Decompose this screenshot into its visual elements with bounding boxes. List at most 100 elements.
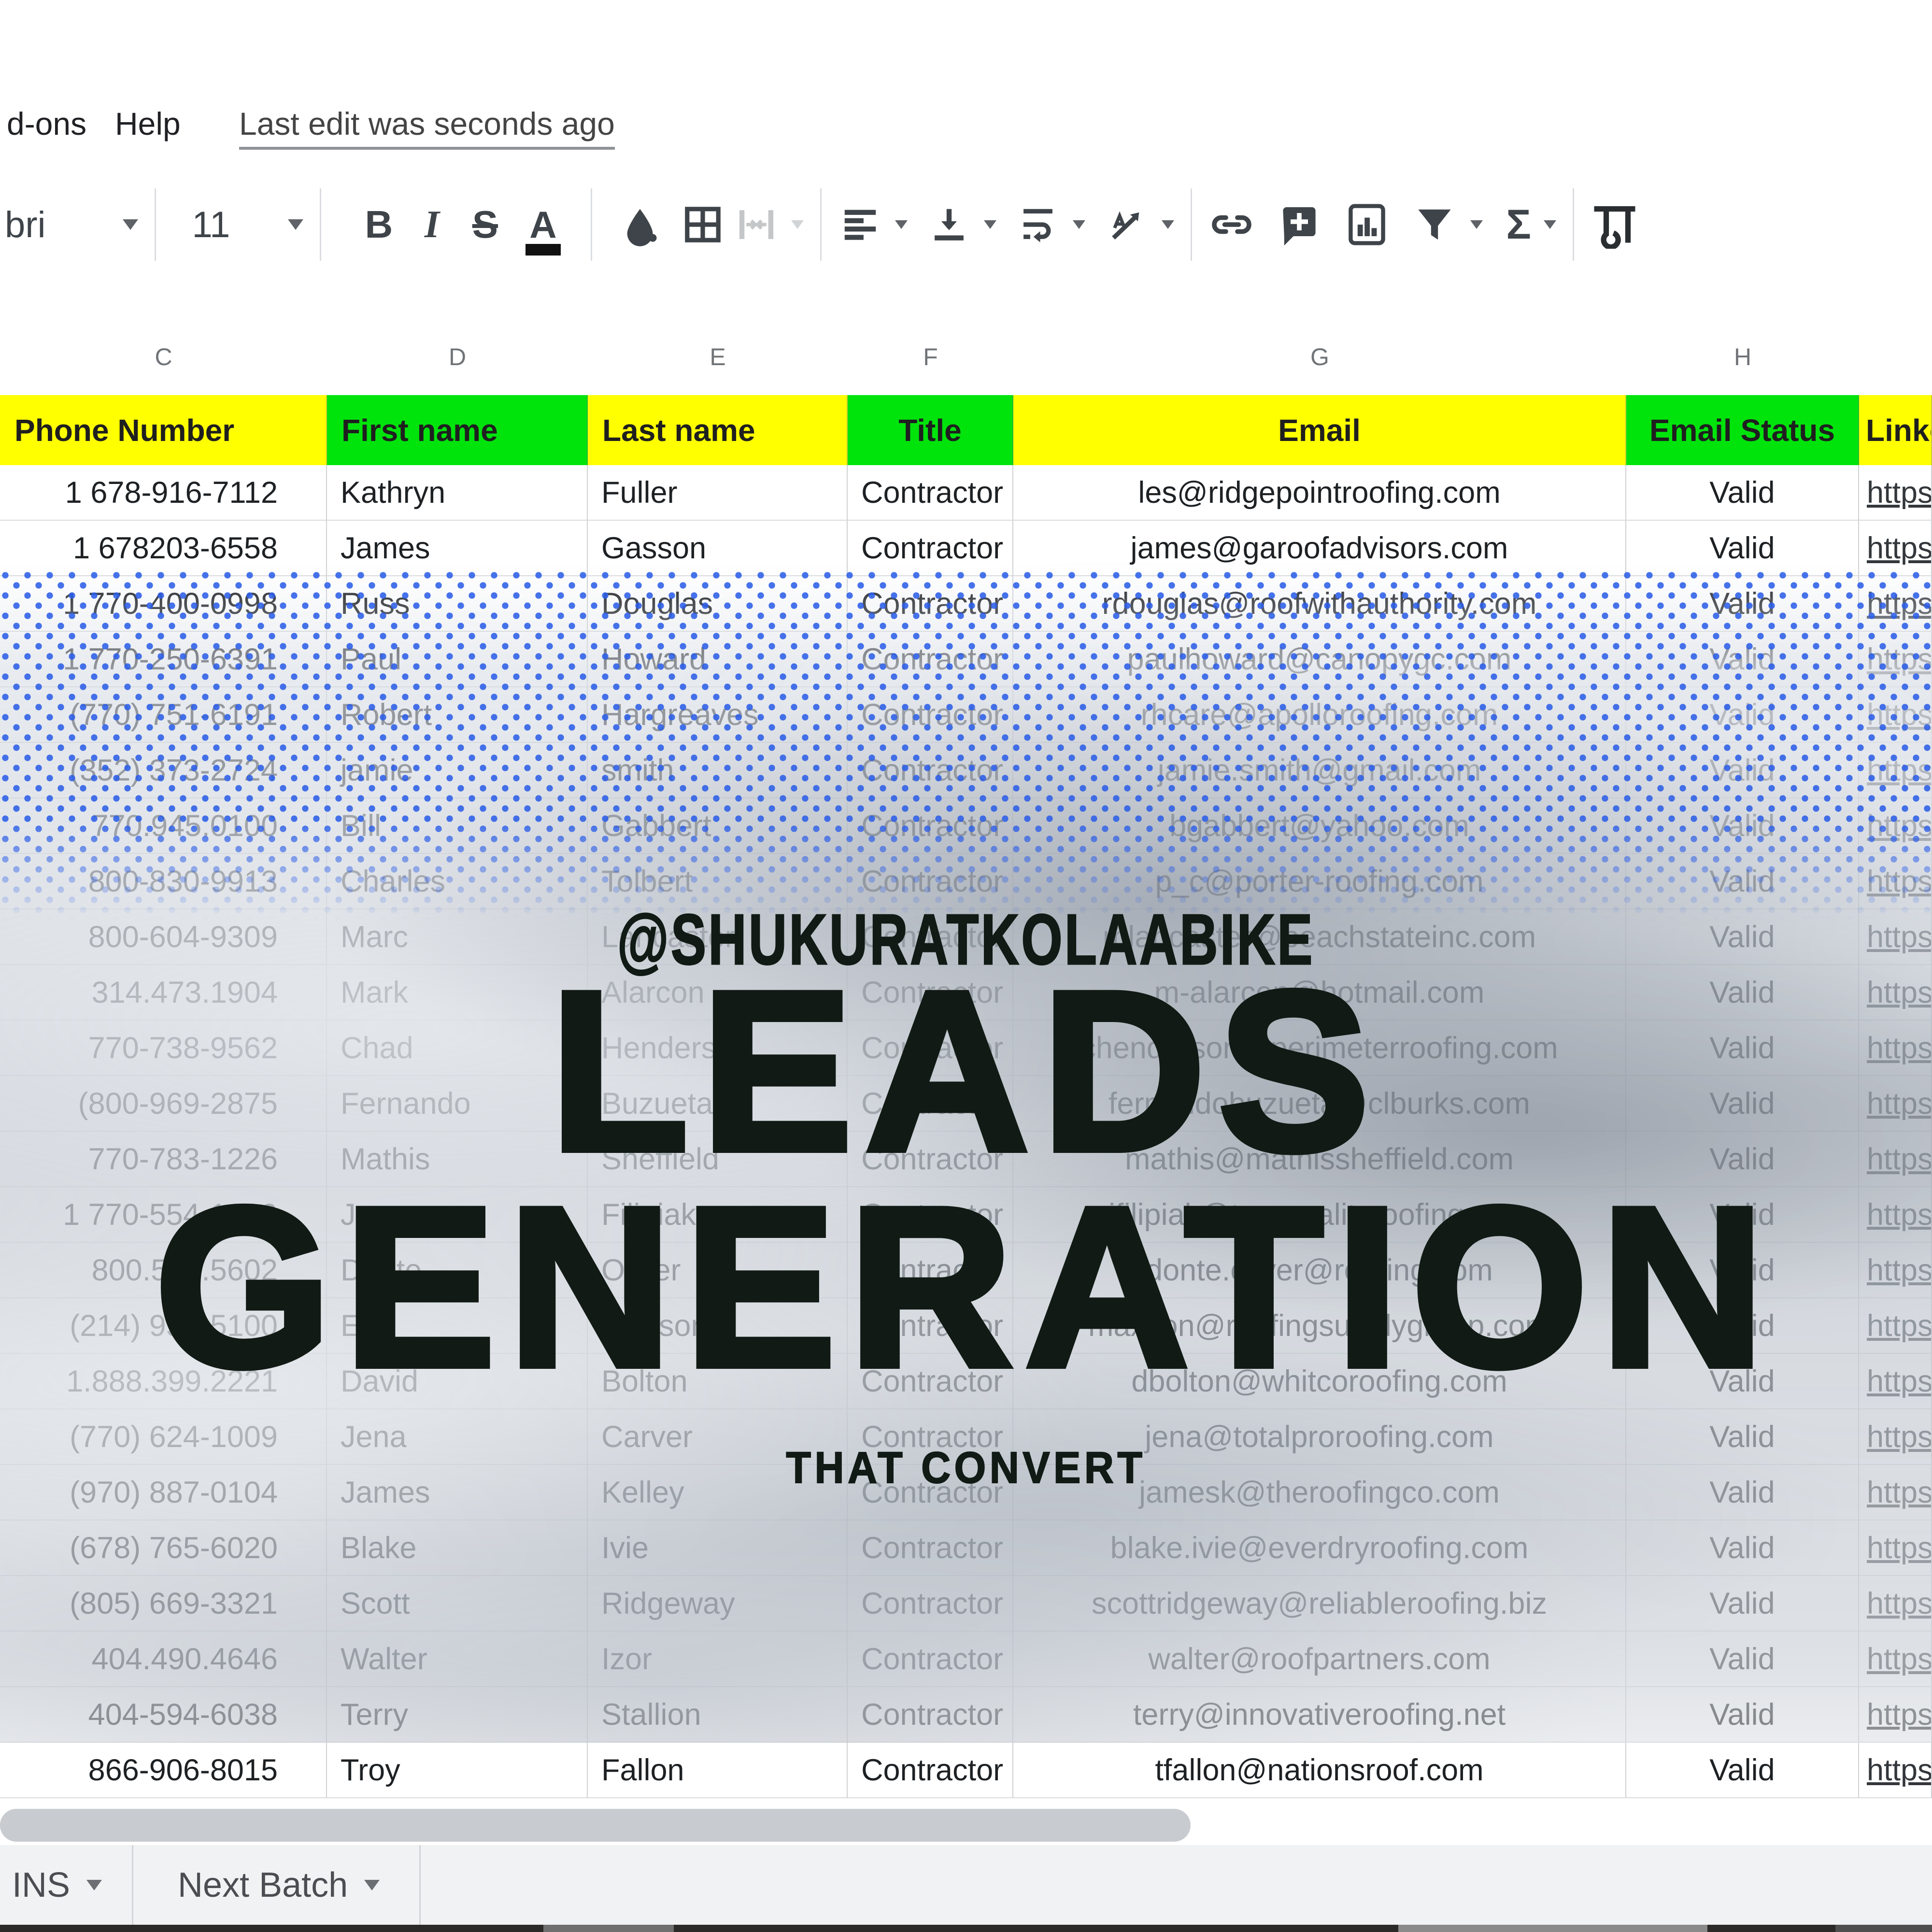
cell-title[interactable]: Contractor: [848, 1298, 1013, 1354]
cell-email-status[interactable]: Valid: [1626, 1132, 1859, 1187]
cell-last-name[interactable]: Sheffield: [588, 1132, 848, 1187]
cell-first-name[interactable]: Kathryn: [327, 465, 588, 521]
cell-last-name[interactable]: Gabbert: [588, 798, 848, 854]
cell-email[interactable]: bgabbert@yahoo.com: [1013, 798, 1626, 854]
cell-link[interactable]: https:: [1859, 632, 1932, 687]
cell-email-status[interactable]: Valid: [1626, 576, 1859, 632]
insert-link-button[interactable]: [1208, 201, 1255, 248]
cell-link[interactable]: https:: [1859, 1576, 1932, 1632]
cell-email-status[interactable]: Valid: [1626, 743, 1859, 798]
cell-first-name[interactable]: Marc: [327, 909, 588, 965]
cell-phone[interactable]: 1 770-250-6391: [0, 632, 327, 687]
cell-title[interactable]: Contractor: [848, 1187, 1013, 1243]
input-tools-button[interactable]: [1591, 200, 1639, 249]
cell-phone[interactable]: 1.888.399.2221: [0, 1354, 327, 1409]
cell-title[interactable]: Contractor: [848, 1743, 1013, 1798]
cell-title[interactable]: Contractor: [848, 632, 1013, 687]
cell-link[interactable]: https:: [1859, 743, 1932, 798]
cell-email-status[interactable]: Valid: [1626, 1076, 1859, 1132]
cell-phone[interactable]: (770) 624-1009: [0, 1409, 327, 1465]
cell-email[interactable]: tfallon@nationsroof.com: [1013, 1743, 1626, 1798]
vertical-align-button[interactable]: [927, 202, 996, 247]
cell-link[interactable]: https:: [1859, 521, 1932, 576]
cell-last-name[interactable]: Douglas: [588, 576, 848, 632]
cell-link[interactable]: https:: [1859, 1354, 1932, 1409]
cell-last-name[interactable]: smith: [588, 743, 848, 798]
cell-first-name[interactable]: Troy: [327, 1743, 588, 1798]
cell-title[interactable]: Contractor: [848, 1465, 1013, 1520]
cell-email-status[interactable]: Valid: [1626, 521, 1859, 576]
column-letter-C[interactable]: C: [155, 343, 172, 371]
cell-email[interactable]: dbolton@whitcoroofing.com: [1013, 1354, 1626, 1409]
cell-title[interactable]: Contractor: [848, 1520, 1013, 1576]
functions-button[interactable]: Σ: [1506, 201, 1556, 249]
cell-title[interactable]: Contractor: [848, 1576, 1013, 1632]
cell-link[interactable]: https:: [1859, 1520, 1932, 1576]
horizontal-scrollbar[interactable]: [0, 1809, 1191, 1842]
cell-email[interactable]: m-alarcon@hotmail.com: [1013, 965, 1626, 1021]
cell-link[interactable]: https:: [1859, 1298, 1932, 1354]
sheet-tab-ins[interactable]: INS: [12, 1865, 102, 1905]
cell-phone[interactable]: (770) 751-6191: [0, 687, 327, 743]
cell-phone[interactable]: 1 678203-6558: [0, 521, 327, 576]
cell-title[interactable]: Contractor: [848, 909, 1013, 965]
cell-first-name[interactable]: Jena: [327, 1409, 588, 1465]
cell-email[interactable]: les@ridgepointroofing.com: [1013, 465, 1626, 521]
font-size-selector[interactable]: 11: [192, 204, 303, 246]
cell-title[interactable]: Contractor: [848, 576, 1013, 632]
cell-link[interactable]: https:: [1859, 854, 1932, 909]
cell-phone[interactable]: 404-594-6038: [0, 1687, 327, 1743]
merge-cells-button[interactable]: [734, 202, 804, 247]
cell-first-name[interactable]: Paul: [327, 632, 588, 687]
insert-chart-button[interactable]: [1344, 201, 1390, 248]
strikethrough-button[interactable]: S: [458, 202, 511, 247]
cell-email-status[interactable]: Valid: [1626, 1298, 1859, 1354]
cell-title[interactable]: Contractor: [848, 521, 1013, 576]
fill-color-button[interactable]: [609, 202, 671, 247]
cell-first-name[interactable]: Bill: [327, 798, 588, 854]
cell-title[interactable]: Contractor: [848, 965, 1013, 1021]
cell-last-name[interactable]: Buzueta: [588, 1076, 848, 1132]
cell-last-name[interactable]: Ridgeway: [588, 1576, 848, 1632]
cell-title[interactable]: Contractor: [848, 798, 1013, 854]
cell-phone[interactable]: 1 678-916-7112: [0, 465, 327, 521]
cell-phone[interactable]: 800-830-9913: [0, 854, 327, 909]
cell-phone[interactable]: (805) 669-3321: [0, 1576, 327, 1632]
cell-email[interactable]: james@garoofadvisors.com: [1013, 521, 1626, 576]
cell-email-status[interactable]: Valid: [1626, 1632, 1859, 1687]
cell-phone[interactable]: 770.945.0100: [0, 798, 327, 854]
cell-first-name[interactable]: Russ: [327, 576, 588, 632]
cell-last-name[interactable]: Gasson: [588, 521, 848, 576]
cell-email-status[interactable]: Valid: [1626, 854, 1859, 909]
cell-email[interactable]: mathis@mathissheffield.com: [1013, 1132, 1626, 1187]
cell-last-name[interactable]: Oliver: [588, 1243, 848, 1298]
cell-email[interactable]: rhcare@apolloroofing.com: [1013, 687, 1626, 743]
menu-item-addons[interactable]: d-ons: [7, 105, 86, 142]
cell-last-name[interactable]: Fuller: [588, 465, 848, 521]
header-cell-email[interactable]: Email: [1013, 395, 1626, 465]
cell-link[interactable]: https:: [1859, 798, 1932, 854]
cell-link[interactable]: https:: [1859, 909, 1932, 965]
cell-email[interactable]: paulhoward@canopygc.com: [1013, 632, 1626, 687]
header-cell-phone-number[interactable]: Phone Number: [0, 395, 327, 465]
cell-email-status[interactable]: Valid: [1626, 465, 1859, 521]
cell-email-status[interactable]: Valid: [1626, 1687, 1859, 1743]
sheet-tab-next-batch[interactable]: Next Batch: [178, 1865, 380, 1905]
cell-email-status[interactable]: Valid: [1626, 687, 1859, 743]
cell-email[interactable]: fernandobuzueta@clburks.com: [1013, 1076, 1626, 1132]
cell-email[interactable]: mlancaster@peachstateinc.com: [1013, 909, 1626, 965]
header-cell-title[interactable]: Title: [848, 395, 1013, 465]
header-cell-email-status[interactable]: Email Status: [1626, 395, 1859, 465]
cell-last-name[interactable]: Howard: [588, 632, 848, 687]
cell-first-name[interactable]: David: [327, 1354, 588, 1409]
cell-link[interactable]: https:: [1859, 1021, 1932, 1076]
cell-link[interactable]: https:: [1859, 1076, 1932, 1132]
cell-link[interactable]: https:: [1859, 1409, 1932, 1465]
header-cell-linke[interactable]: Linke: [1859, 395, 1932, 465]
cell-title[interactable]: Contractor: [848, 687, 1013, 743]
cell-title[interactable]: Contractor: [848, 465, 1013, 521]
horizontal-align-button[interactable]: [838, 202, 908, 247]
cell-phone[interactable]: 770-783-1226: [0, 1132, 327, 1187]
cell-phone[interactable]: 770-738-9562: [0, 1021, 327, 1076]
column-letter-E[interactable]: E: [710, 343, 725, 371]
